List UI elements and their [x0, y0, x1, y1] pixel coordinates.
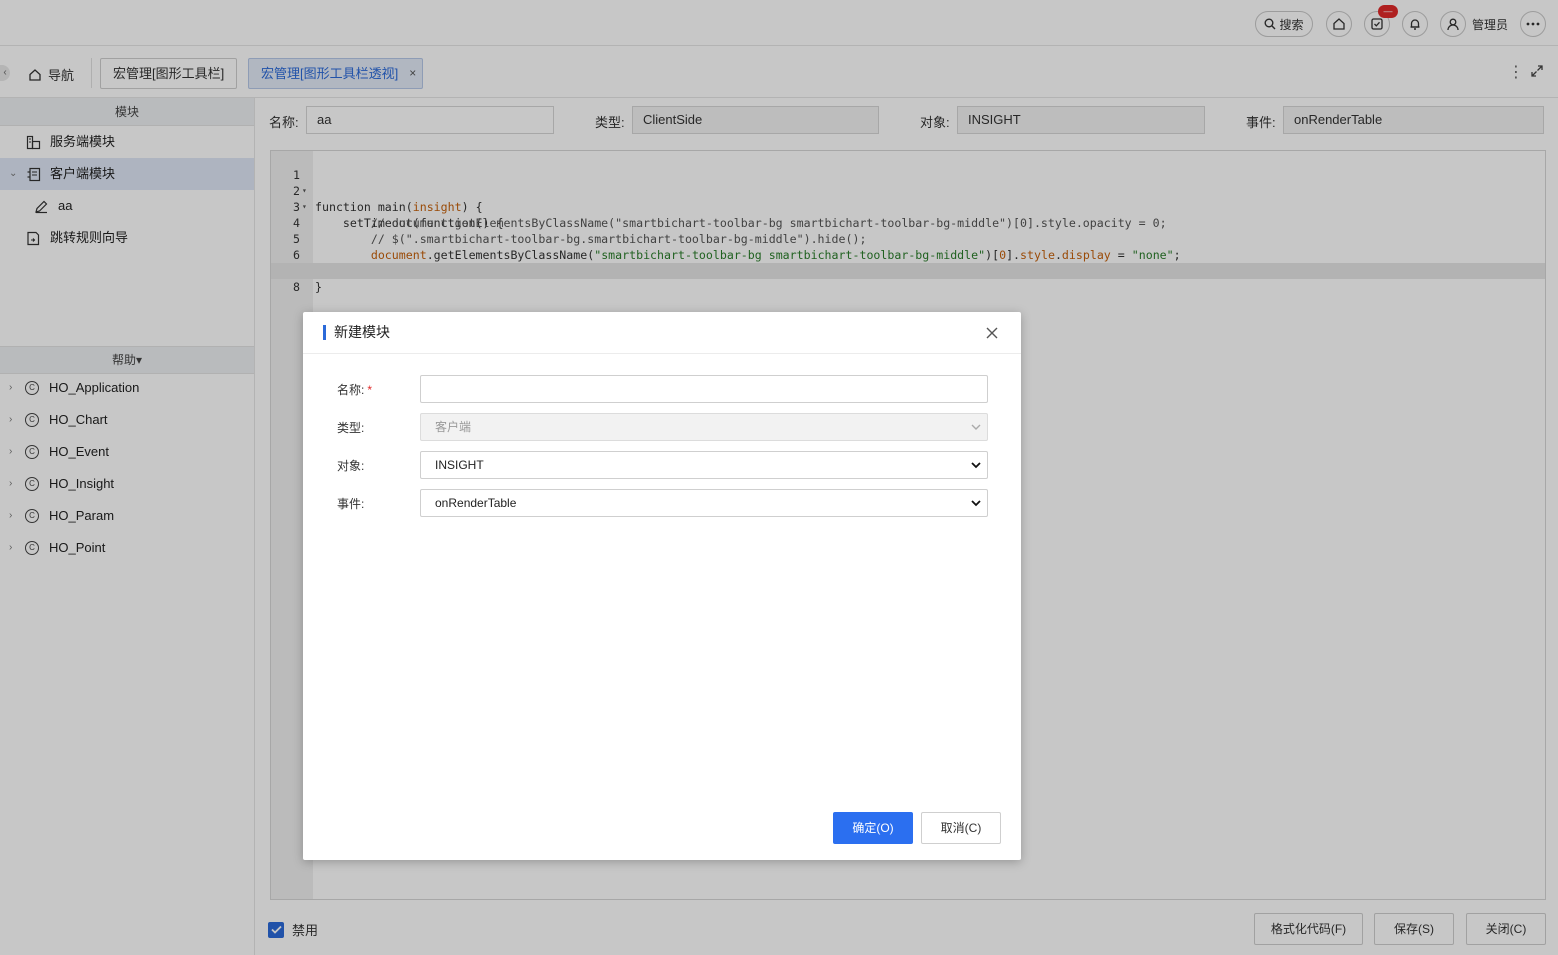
dialog-type-select: 客户端 [420, 413, 988, 441]
dialog-object-value: INSIGHT [435, 458, 484, 472]
dialog-header: 新建模块 [303, 312, 1021, 354]
dialog-type-value: 客户端 [435, 420, 472, 434]
dialog-event-label: 事件: [337, 497, 365, 511]
required-mark: * [367, 383, 373, 397]
chevron-down-icon [971, 414, 981, 449]
dialog-object-select[interactable]: INSIGHT [420, 451, 988, 479]
confirm-button[interactable]: 确定(O) [833, 812, 913, 844]
dialog-title: 新建模块 [323, 325, 390, 340]
dialog-event-select[interactable]: onRenderTable [420, 489, 988, 517]
dialog-type-label: 类型: [337, 421, 365, 435]
chevron-down-icon [971, 490, 981, 525]
dialog-name-label: 名称: * [337, 383, 373, 397]
dialog-object-label: 对象: [337, 459, 365, 473]
new-module-dialog: 新建模块 名称: * 类型: 客户端 对象: INSIGHT 事件: onRend… [303, 312, 1021, 860]
close-icon[interactable] [986, 327, 998, 342]
dialog-name-input[interactable] [420, 375, 988, 403]
chevron-down-icon [971, 452, 981, 487]
dialog-event-value: onRenderTable [435, 496, 517, 510]
cancel-button[interactable]: 取消(C) [921, 812, 1001, 844]
